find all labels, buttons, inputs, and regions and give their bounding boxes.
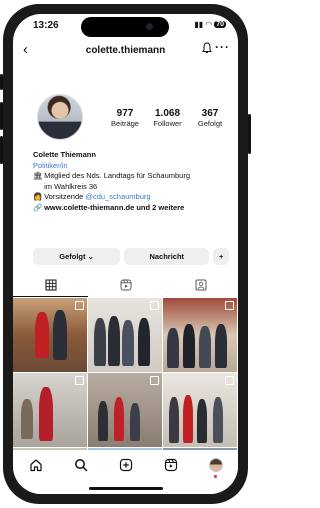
status-bar: 13:26 ▮▮ ◠ 70 (13, 14, 238, 37)
phone-frame: 13:26 ▮▮ ◠ 70 ‹ colette.thiemann ··· 977… (0, 4, 251, 504)
power-button (248, 114, 251, 154)
signal-icon: ▮▮ (194, 20, 204, 29)
home-icon (29, 459, 42, 472)
create-icon (119, 458, 132, 472)
tab-posts[interactable] (13, 276, 88, 297)
building-icon: 🏛 (33, 171, 43, 180)
camera-icon (146, 23, 153, 30)
following-button[interactable]: Gefolgt ⌄ (33, 248, 121, 265)
profile-icon (208, 458, 223, 472)
stat-value: 977 (116, 108, 134, 119)
profile-stats: 977 Beiträge 1.068 Follower 367 Gefolgt (105, 108, 230, 128)
reels-icon (120, 279, 131, 291)
status-time: 13:26 (33, 20, 59, 31)
stat-posts[interactable]: 977 Beiträge (105, 108, 145, 128)
battery-icon: 70 (214, 21, 226, 28)
tab-tagged[interactable] (163, 276, 238, 294)
stat-label: Beiträge (111, 119, 139, 128)
profile-header: ‹ colette.thiemann ··· (13, 40, 238, 62)
post-thumbnail[interactable] (88, 373, 162, 447)
add-person-icon[interactable]: + (213, 248, 229, 265)
bio-text: Mitglied des Nds. Landtags für Schaumbur… (44, 171, 191, 180)
nav-create[interactable] (116, 458, 136, 478)
profile-actions: Gefolgt ⌄ Nachricht + (33, 248, 229, 265)
profile-avatar[interactable] (37, 94, 83, 140)
stat-label: Gefolgt (197, 119, 223, 128)
status-icons: ▮▮ ◠ 70 (194, 20, 226, 29)
dynamic-island (81, 17, 169, 37)
profile-name: Colette Thiemann (33, 150, 96, 159)
home-indicator (89, 487, 163, 490)
post-thumbnail[interactable] (88, 298, 162, 372)
bio-line: 👩 Vorsitzende @cdu_schaumburg (33, 192, 233, 203)
bio-line: 🔗 www.colette-thiemann.de und 2 weitere (33, 203, 233, 214)
message-button[interactable]: Nachricht (124, 248, 210, 265)
post-thumbnail[interactable] (163, 298, 237, 372)
bell-icon[interactable] (202, 42, 212, 54)
bio-text: Vorsitzende (44, 192, 84, 201)
bio-line: im Wahlkreis 36 (33, 182, 233, 193)
bio-line: 🏛 Mitglied des Nds. Landtags für Schaumb… (33, 171, 233, 182)
screen: 13:26 ▮▮ ◠ 70 ‹ colette.thiemann ··· 977… (13, 14, 238, 494)
link-icon: 🔗 (33, 202, 43, 212)
volume-up-button (0, 102, 3, 130)
wifi-icon: ◠ (205, 20, 213, 29)
volume-down-button (0, 136, 3, 164)
bio-text: im Wahlkreis 36 (44, 181, 98, 191)
post-thumbnail[interactable] (13, 298, 87, 372)
nav-home[interactable] (26, 458, 46, 478)
search-icon (74, 459, 87, 472)
posts-grid-icon (45, 279, 56, 291)
website-link[interactable]: www.colette-thiemann.de und 2 weitere (44, 203, 184, 212)
stat-followers[interactable]: 1.068 Follower (148, 108, 188, 128)
stat-value: 367 (201, 108, 219, 119)
woman-icon: 👩 (33, 192, 43, 201)
nav-reels[interactable] (161, 458, 181, 478)
profile-bio: Colette Thiemann Politiker/in 🏛 Mitglied… (33, 150, 233, 213)
stat-label: Follower (153, 119, 182, 128)
more-options-icon[interactable]: ··· (215, 40, 230, 54)
action-button (0, 74, 3, 90)
notification-dot (213, 475, 217, 478)
post-thumbnail[interactable] (13, 373, 87, 447)
mention-link[interactable]: @cdu_schaumburg (85, 192, 150, 201)
nav-search[interactable] (71, 458, 91, 478)
tab-reels[interactable] (88, 276, 163, 294)
stat-following[interactable]: 367 Gefolgt (190, 108, 230, 128)
post-thumbnail[interactable] (163, 373, 237, 447)
stat-value: 1.068 (154, 108, 181, 119)
profile-category: Politiker/in (33, 160, 68, 170)
profile-tabs (13, 276, 238, 297)
reels-icon (164, 458, 177, 472)
tagged-icon (195, 279, 206, 291)
nav-profile[interactable] (206, 458, 226, 478)
